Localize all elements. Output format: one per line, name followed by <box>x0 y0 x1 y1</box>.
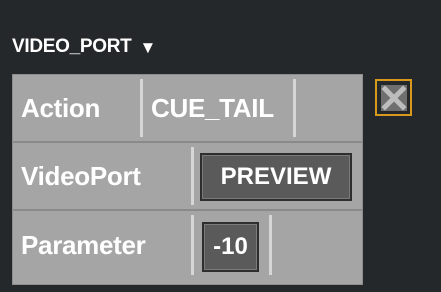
property-row-videoport: VideoPort PREVIEW <box>13 143 362 211</box>
close-icon <box>380 84 407 111</box>
node-title: VIDEO_PORT <box>12 36 132 57</box>
action-label: Action <box>21 92 101 123</box>
videoport-value-field[interactable]: PREVIEW <box>200 153 352 201</box>
column-divider <box>140 79 143 137</box>
property-row-parameter: Parameter -10 <box>13 211 362 279</box>
parameter-label: Parameter <box>21 229 146 260</box>
triangle-down-icon: ▼ <box>139 37 157 57</box>
parameter-value-field[interactable]: -10 <box>202 222 259 272</box>
video-port-node: VIDEO_PORT ▼ Action CUE_TAIL VideoPort P… <box>0 0 441 292</box>
properties-panel: Action CUE_TAIL VideoPort PREVIEW Parame… <box>12 74 363 285</box>
column-divider <box>293 79 296 137</box>
close-button[interactable] <box>375 79 412 116</box>
column-divider <box>191 215 194 275</box>
column-divider <box>269 215 272 275</box>
property-row-action: Action CUE_TAIL <box>13 75 362 143</box>
video-port-dropdown[interactable]: VIDEO_PORT ▼ <box>12 33 156 61</box>
videoport-label: VideoPort <box>21 160 141 191</box>
column-divider <box>191 147 194 205</box>
action-value[interactable]: CUE_TAIL <box>151 75 274 141</box>
